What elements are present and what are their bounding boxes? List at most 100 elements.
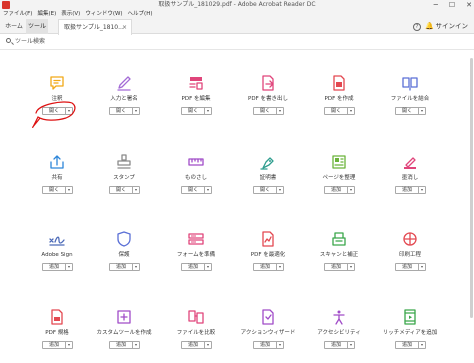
chevron-down-icon[interactable] (65, 108, 72, 114)
accessibility-icon[interactable] (330, 308, 348, 326)
tool-label[interactable]: PDF を最適化 (233, 252, 303, 259)
tool-card[interactable]: ファイルを比較 追加 (161, 292, 231, 352)
print-production-icon[interactable] (401, 230, 419, 248)
add-button[interactable]: 追加 (396, 264, 418, 270)
tool-label[interactable]: 印刷工程 (375, 252, 445, 259)
prepare-form-icon[interactable] (187, 230, 205, 248)
rich-media-icon[interactable] (401, 308, 419, 326)
add-button[interactable]: 追加 (325, 187, 347, 193)
chevron-down-icon[interactable] (204, 187, 211, 193)
chevron-down-icon[interactable] (347, 108, 354, 114)
tool-label[interactable]: ファイルを比較 (161, 330, 231, 337)
tool-label[interactable]: PDF を作成 (304, 96, 374, 103)
edit-pdf-icon[interactable] (187, 74, 205, 92)
open-button[interactable]: 開く (254, 187, 276, 193)
add-button[interactable]: 追加 (110, 342, 132, 348)
add-button[interactable]: 追加 (325, 264, 347, 270)
custom-tool-icon[interactable] (115, 308, 133, 326)
chevron-down-icon[interactable] (347, 342, 354, 348)
tool-label[interactable]: 入力と署名 (89, 96, 159, 103)
chevron-down-icon[interactable] (276, 108, 283, 114)
add-button[interactable]: 追加 (325, 342, 347, 348)
menu-item[interactable]: ファイル(F) (3, 10, 32, 19)
chevron-down-icon[interactable] (418, 187, 425, 193)
tool-label[interactable]: カスタムツールを作成 (89, 330, 159, 337)
tool-label[interactable]: ページを整理 (304, 175, 374, 182)
open-button[interactable]: 開く (43, 108, 65, 114)
add-button[interactable]: 追加 (396, 187, 418, 193)
maximize-icon[interactable]: ☐ (449, 0, 455, 10)
tool-label[interactable]: 共有 (22, 175, 92, 182)
chevron-down-icon[interactable] (347, 187, 354, 193)
comment-icon[interactable] (48, 74, 66, 92)
add-button[interactable]: 追加 (182, 264, 204, 270)
open-button[interactable]: 開く (182, 108, 204, 114)
signin-button[interactable]: サインイン (436, 19, 469, 34)
menu-item[interactable]: ウィンドウ(W) (85, 10, 122, 19)
tool-label[interactable]: PDF を編集 (161, 96, 231, 103)
tool-card[interactable]: カスタムツールを作成 追加 (89, 292, 159, 352)
optimize-pdf-icon[interactable] (259, 230, 277, 248)
tool-card[interactable]: 注釈 開く (22, 58, 92, 118)
chevron-down-icon[interactable] (65, 187, 72, 193)
tool-card[interactable]: PDF を編集 開く (161, 58, 231, 118)
tool-label[interactable]: ファイルを結合 (375, 96, 445, 103)
chevron-down-icon[interactable] (347, 264, 354, 270)
tool-card[interactable]: ものさし 開く (161, 137, 231, 197)
tool-label[interactable]: 墨消し (375, 175, 445, 182)
protect-icon[interactable] (115, 230, 133, 248)
redact-icon[interactable] (401, 153, 419, 171)
tab-close-icon[interactable]: × (122, 20, 127, 35)
action-wizard-icon[interactable] (259, 308, 277, 326)
close-icon[interactable]: ✕ (466, 0, 472, 10)
tool-label[interactable]: アクションウィザード (233, 330, 303, 337)
chevron-down-icon[interactable] (276, 187, 283, 193)
tool-label[interactable]: アクセシビリティ (304, 330, 374, 337)
tool-label[interactable]: スタンプ (89, 175, 159, 182)
add-button[interactable]: 追加 (110, 264, 132, 270)
open-button[interactable]: 開く (182, 187, 204, 193)
tool-label[interactable]: 保護 (89, 252, 159, 259)
tool-card[interactable]: 入力と署名 開く (89, 58, 159, 118)
add-button[interactable]: 追加 (43, 264, 65, 270)
chevron-down-icon[interactable] (418, 108, 425, 114)
tool-label[interactable]: PDF 規格 (22, 330, 92, 337)
tool-label[interactable]: Adobe Sign (22, 252, 92, 259)
chevron-down-icon[interactable] (132, 342, 139, 348)
tool-card[interactable]: PDF を書き出し 開く (233, 58, 303, 118)
fill-sign-icon[interactable] (115, 74, 133, 92)
add-button[interactable]: 追加 (43, 342, 65, 348)
chevron-down-icon[interactable] (204, 108, 211, 114)
menu-item[interactable]: 編集(E) (37, 10, 56, 19)
tool-card[interactable]: Adobe Sign 追加 (22, 214, 92, 274)
tool-label[interactable]: フォームを準備 (161, 252, 231, 259)
tool-card[interactable]: アクセシビリティ 追加 (304, 292, 374, 352)
tool-card[interactable]: リッチメディアを追加 追加 (375, 292, 445, 352)
scrollbar[interactable] (469, 50, 474, 363)
export-pdf-icon[interactable] (259, 74, 277, 92)
tab-document[interactable]: 取扱サンプル_1810... × (58, 19, 132, 35)
share-icon[interactable] (48, 153, 66, 171)
scrollbar-thumb[interactable] (470, 58, 473, 318)
tool-label[interactable]: スキャンと補正 (304, 252, 374, 259)
add-button[interactable]: 追加 (396, 342, 418, 348)
open-button[interactable]: 開く (43, 187, 65, 193)
add-button[interactable]: 追加 (254, 264, 276, 270)
tool-card[interactable]: 保護 追加 (89, 214, 159, 274)
bell-icon[interactable]: 🔔 (425, 22, 434, 31)
combine-files-icon[interactable] (401, 74, 419, 92)
minimize-icon[interactable]: ─ (434, 0, 438, 10)
open-button[interactable]: 開く (110, 187, 132, 193)
menu-item[interactable]: 表示(V) (61, 10, 80, 19)
chevron-down-icon[interactable] (204, 264, 211, 270)
tool-label[interactable]: PDF を書き出し (233, 96, 303, 103)
help-icon[interactable]: ? (413, 23, 421, 31)
tab-home[interactable]: ホーム (2, 19, 26, 34)
chevron-down-icon[interactable] (276, 342, 283, 348)
tool-label[interactable]: 注釈 (22, 96, 92, 103)
tool-card[interactable]: アクションウィザード 追加 (233, 292, 303, 352)
stamp-icon[interactable] (115, 153, 133, 171)
tool-label[interactable]: ものさし (161, 175, 231, 182)
tool-card[interactable]: 墨消し 追加 (375, 137, 445, 197)
tool-search-input[interactable] (15, 36, 195, 47)
